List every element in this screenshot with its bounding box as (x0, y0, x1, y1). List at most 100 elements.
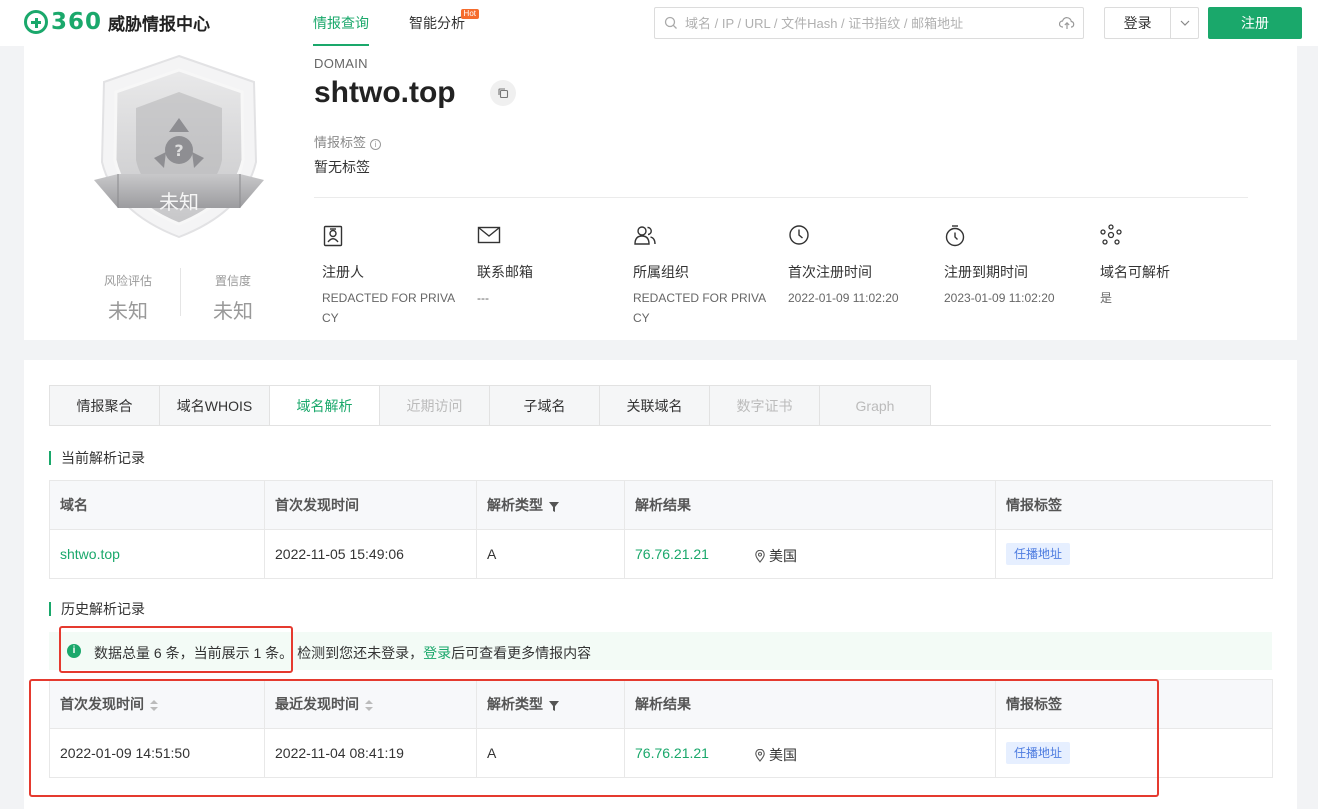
hot-badge: Hot (460, 9, 479, 19)
highlight-box-notice (59, 626, 293, 673)
tab-divider (49, 425, 1271, 426)
main-nav: 情报查询 智能分析 Hot (313, 0, 505, 46)
notice-login-link[interactable]: 登录 (423, 645, 451, 661)
tab-certificates: 数字证书 (710, 386, 820, 426)
history-section-title: 历史解析记录 (49, 602, 145, 616)
meta-value: REDACTED FOR PRIVACY (633, 291, 767, 325)
tab-related-domains[interactable]: 关联域名 (600, 386, 710, 426)
logo-text: 威胁情报中心 (108, 14, 211, 34)
current-section-title: 当前解析记录 (49, 451, 145, 465)
logo-number: 360 (51, 9, 103, 35)
table-header-row: 域名 首次发现时间 解析类型 解析结果 情报标签 (49, 480, 1273, 530)
tab-recent-visits: 近期访问 (380, 386, 490, 426)
indicator-type: DOMAIN (314, 56, 368, 71)
register-button[interactable]: 注册 (1208, 7, 1302, 39)
ip-link[interactable]: 76.76.21.21 (635, 546, 709, 562)
tab-bar: 情报聚合 域名WHOIS 域名解析 近期访问 子域名 关联域名 数字证书 Gra… (49, 385, 931, 426)
meta-value: 2023-01-09 11:02:20 (944, 291, 1055, 305)
registrant-icon (322, 224, 472, 250)
notice-post: 后可查看更多情报内容 (451, 645, 592, 661)
stopwatch-icon (944, 224, 1094, 250)
cell-type: A (476, 529, 625, 579)
meta-value: 是 (1100, 291, 1113, 305)
tab-intel-aggregate[interactable]: 情报聚合 (50, 386, 160, 426)
cell-result: 76.76.21.21 美国 (624, 529, 996, 579)
copy-icon (498, 88, 509, 99)
col-tags: 情报标签 (995, 480, 1273, 530)
risk-badge: ? 未知 (94, 52, 264, 242)
search-box (654, 7, 1084, 39)
meta-expiry: 注册到期时间 2023-01-09 11:02:20 (944, 224, 1094, 308)
svg-text:?: ? (174, 141, 183, 160)
confidence: 置信度 未知 (181, 268, 285, 328)
search-icon[interactable] (664, 16, 678, 30)
nav-smart-analysis-label: 智能分析 (409, 15, 465, 31)
tab-whois[interactable]: 域名WHOIS (160, 386, 270, 426)
meta-label: 注册到期时间 (944, 264, 1028, 280)
geo-location: 美国 (755, 546, 797, 566)
meta-value: --- (477, 291, 489, 305)
location-pin-icon (755, 550, 765, 563)
col-type[interactable]: 解析类型 (476, 480, 625, 530)
info-icon[interactable]: i (370, 139, 382, 150)
divider (314, 197, 1248, 198)
tab-subdomains[interactable]: 子域名 (490, 386, 600, 426)
cell-first-seen: 2022-11-05 15:49:06 (264, 529, 477, 579)
nav-intel-query-label: 情报查询 (313, 15, 369, 31)
meta-email: 联系邮箱 --- (477, 224, 627, 308)
meta-registrant: 注册人 REDACTED FOR PRIVACY (322, 224, 472, 328)
meta-label: 联系邮箱 (477, 264, 533, 280)
filter-icon[interactable] (549, 502, 559, 512)
login-button[interactable]: 登录 (1104, 7, 1199, 39)
search-input[interactable] (685, 8, 1045, 38)
tag-title: 情报标签 i (314, 132, 382, 151)
badge-text: 未知 (159, 190, 199, 214)
tab-graph: Graph (820, 386, 930, 426)
logo[interactable]: 360 威胁情报中心 (24, 9, 210, 35)
organization-icon (633, 224, 783, 250)
tag-title-text: 情报标签 (314, 135, 367, 150)
meta-value: 2022-01-09 11:02:20 (788, 291, 899, 305)
confidence-label: 置信度 (214, 274, 251, 288)
geo-text: 美国 (769, 548, 797, 564)
confidence-value: 未知 (213, 301, 253, 323)
chevron-down-icon (1180, 20, 1190, 26)
meta-resolvable: 域名可解析 是 (1100, 224, 1250, 308)
col-first-seen: 首次发现时间 (264, 480, 477, 530)
top-bar: 360 威胁情报中心 情报查询 智能分析Hot 登录 注册 (0, 0, 1318, 46)
highlight-box-history (29, 679, 1159, 797)
risk-assessment: 风险评估 未知 (76, 268, 180, 328)
logo-plus-icon (24, 10, 48, 34)
meta-value: REDACTED FOR PRIVACY (322, 291, 456, 325)
col-type-label: 解析类型 (487, 497, 543, 513)
meta-label: 所属组织 (633, 264, 689, 280)
tag-value: 暂无标签 (314, 159, 370, 175)
meta-label: 首次注册时间 (788, 264, 872, 280)
cell-domain: shtwo.top (49, 529, 265, 579)
col-result: 解析结果 (624, 480, 996, 530)
nav-smart-analysis[interactable]: 智能分析 Hot (409, 0, 479, 46)
tag-chip[interactable]: 任播地址 (1006, 543, 1071, 565)
col-domain: 域名 (49, 480, 265, 530)
meta-label: 域名可解析 (1100, 264, 1170, 280)
nav-intel-query[interactable]: 情报查询 (313, 0, 369, 46)
meta-first-registered: 首次注册时间 2022-01-09 11:02:20 (788, 224, 938, 308)
network-icon (1100, 224, 1250, 250)
risk-label: 风险评估 (103, 274, 152, 288)
meta-label: 注册人 (322, 264, 364, 280)
cloud-upload-icon[interactable] (1059, 16, 1075, 30)
domain-link[interactable]: shtwo.top (60, 546, 120, 562)
notice-pre: 检测到您还未登录， (297, 645, 424, 661)
login-label: 登录 (1123, 15, 1152, 31)
meta-organization: 所属组织 REDACTED FOR PRIVACY (633, 224, 783, 328)
tab-dns-resolution[interactable]: 域名解析 (270, 386, 380, 426)
copy-button[interactable] (490, 80, 516, 106)
current-resolution-table: 域名 首次发现时间 解析类型 解析结果 情报标签 shtwo.top 2022-… (49, 480, 1273, 579)
domain-profile-card: ? 未知 风险评估 未知 置信度 未知 DOMAIN shtwo.top 情报标… (24, 46, 1297, 340)
page-title: shtwo.top (314, 76, 456, 109)
cell-tags: 任播地址 (995, 529, 1273, 579)
clock-icon (788, 224, 938, 250)
login-dropdown[interactable] (1170, 8, 1198, 38)
score-row: 风险评估 未知 置信度 未知 (76, 268, 316, 328)
table-row: shtwo.top 2022-11-05 15:49:06 A 76.76.21… (49, 529, 1273, 579)
